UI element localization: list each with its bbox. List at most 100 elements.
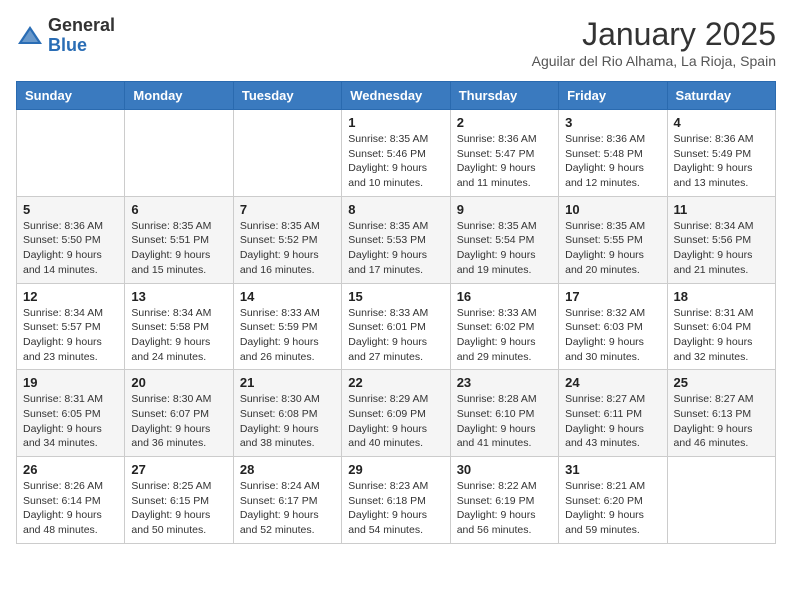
day-info: Sunrise: 8:28 AM Sunset: 6:10 PM Dayligh… (457, 392, 552, 451)
day-info: Sunrise: 8:34 AM Sunset: 5:56 PM Dayligh… (674, 219, 769, 278)
day-number: 19 (23, 375, 118, 390)
day-number: 3 (565, 115, 660, 130)
calendar-cell: 23 Sunrise: 8:28 AM Sunset: 6:10 PM Dayli… (450, 370, 558, 457)
calendar-header-friday: Friday (559, 82, 667, 110)
calendar-cell: 27Sunrise: 8:25 AM Sunset: 6:15 PM Dayli… (125, 457, 233, 544)
day-info: Sunrise: 8:32 AM Sunset: 6:03 PM Dayligh… (565, 306, 660, 365)
day-info: Sunrise: 8:36 AM Sunset: 5:47 PM Dayligh… (457, 132, 552, 191)
day-info: Sunrise: 8:35 AM Sunset: 5:52 PM Dayligh… (240, 219, 335, 278)
calendar-cell: 13 Sunrise: 8:34 AM Sunset: 5:58 PM Dayli… (125, 283, 233, 370)
day-number: 8 (348, 202, 443, 217)
day-number: 28 (240, 462, 335, 477)
calendar-cell: 5 Sunrise: 8:36 AM Sunset: 5:50 PM Daylig… (17, 196, 125, 283)
calendar-cell: 1Sunrise: 8:35 AM Sunset: 5:46 PM Daylig… (342, 110, 450, 197)
day-number: 16 (457, 289, 552, 304)
logo-blue: Blue (48, 35, 87, 55)
title-block: January 2025 Aguilar del Rio Alhama, La … (532, 16, 776, 69)
calendar-cell: 10Sunrise: 8:35 AM Sunset: 5:55 PM Dayli… (559, 196, 667, 283)
day-info: Sunrise: 8:25 AM Sunset: 6:15 PM Dayligh… (131, 479, 226, 538)
day-number: 9 (457, 202, 552, 217)
logo-general: General (48, 15, 115, 35)
day-info: Sunrise: 8:34 AM Sunset: 5:58 PM Dayligh… (131, 306, 226, 365)
calendar-cell: 3 Sunrise: 8:36 AM Sunset: 5:48 PM Daylig… (559, 110, 667, 197)
calendar-week-row: 26 Sunrise: 8:26 AM Sunset: 6:14 PM Dayli… (17, 457, 776, 544)
calendar-header-thursday: Thursday (450, 82, 558, 110)
calendar-cell: 15 Sunrise: 8:33 AM Sunset: 6:01 PM Dayli… (342, 283, 450, 370)
day-number: 24 (565, 375, 660, 390)
day-info: Sunrise: 8:24 AM Sunset: 6:17 PM Dayligh… (240, 479, 335, 538)
day-number: 7 (240, 202, 335, 217)
calendar-table: SundayMondayTuesdayWednesdayThursdayFrid… (16, 81, 776, 544)
day-info: Sunrise: 8:22 AM Sunset: 6:19 PM Dayligh… (457, 479, 552, 538)
day-number: 23 (457, 375, 552, 390)
calendar-cell: 30 Sunrise: 8:22 AM Sunset: 6:19 PM Dayli… (450, 457, 558, 544)
day-info: Sunrise: 8:21 AM Sunset: 6:20 PM Dayligh… (565, 479, 660, 538)
calendar-header-monday: Monday (125, 82, 233, 110)
day-number: 4 (674, 115, 769, 130)
calendar-header-saturday: Saturday (667, 82, 775, 110)
day-number: 14 (240, 289, 335, 304)
day-info: Sunrise: 8:33 AM Sunset: 6:02 PM Dayligh… (457, 306, 552, 365)
calendar-week-row: 5 Sunrise: 8:36 AM Sunset: 5:50 PM Daylig… (17, 196, 776, 283)
day-info: Sunrise: 8:30 AM Sunset: 6:08 PM Dayligh… (240, 392, 335, 451)
calendar-week-row: 12 Sunrise: 8:34 AM Sunset: 5:57 PM Dayli… (17, 283, 776, 370)
day-info: Sunrise: 8:33 AM Sunset: 6:01 PM Dayligh… (348, 306, 443, 365)
day-number: 21 (240, 375, 335, 390)
calendar-header-tuesday: Tuesday (233, 82, 341, 110)
day-number: 15 (348, 289, 443, 304)
calendar-cell: 21 Sunrise: 8:30 AM Sunset: 6:08 PM Dayli… (233, 370, 341, 457)
day-number: 11 (674, 202, 769, 217)
day-number: 26 (23, 462, 118, 477)
day-number: 29 (348, 462, 443, 477)
calendar-cell: 20Sunrise: 8:30 AM Sunset: 6:07 PM Dayli… (125, 370, 233, 457)
calendar-cell: 11 Sunrise: 8:34 AM Sunset: 5:56 PM Dayli… (667, 196, 775, 283)
day-info: Sunrise: 8:27 AM Sunset: 6:11 PM Dayligh… (565, 392, 660, 451)
calendar-cell (125, 110, 233, 197)
calendar-cell: 8 Sunrise: 8:35 AM Sunset: 5:53 PM Daylig… (342, 196, 450, 283)
logo-icon (16, 22, 44, 50)
day-info: Sunrise: 8:35 AM Sunset: 5:51 PM Dayligh… (131, 219, 226, 278)
day-info: Sunrise: 8:27 AM Sunset: 6:13 PM Dayligh… (674, 392, 769, 451)
day-number: 17 (565, 289, 660, 304)
day-number: 12 (23, 289, 118, 304)
day-info: Sunrise: 8:23 AM Sunset: 6:18 PM Dayligh… (348, 479, 443, 538)
day-number: 6 (131, 202, 226, 217)
day-number: 22 (348, 375, 443, 390)
location-subtitle: Aguilar del Rio Alhama, La Rioja, Spain (532, 53, 776, 69)
calendar-cell: 29 Sunrise: 8:23 AM Sunset: 6:18 PM Dayli… (342, 457, 450, 544)
day-info: Sunrise: 8:35 AM Sunset: 5:46 PM Dayligh… (348, 132, 443, 191)
day-number: 31 (565, 462, 660, 477)
month-title: January 2025 (532, 16, 776, 53)
day-info: Sunrise: 8:35 AM Sunset: 5:53 PM Dayligh… (348, 219, 443, 278)
day-info: Sunrise: 8:36 AM Sunset: 5:49 PM Dayligh… (674, 132, 769, 191)
calendar-cell: 9Sunrise: 8:35 AM Sunset: 5:54 PM Daylig… (450, 196, 558, 283)
logo-text: General Blue (48, 16, 115, 56)
calendar-cell: 16 Sunrise: 8:33 AM Sunset: 6:02 PM Dayli… (450, 283, 558, 370)
calendar-cell: 26 Sunrise: 8:26 AM Sunset: 6:14 PM Dayli… (17, 457, 125, 544)
day-info: Sunrise: 8:26 AM Sunset: 6:14 PM Dayligh… (23, 479, 118, 538)
day-info: Sunrise: 8:33 AM Sunset: 5:59 PM Dayligh… (240, 306, 335, 365)
calendar-cell: 14 Sunrise: 8:33 AM Sunset: 5:59 PM Dayli… (233, 283, 341, 370)
day-info: Sunrise: 8:31 AM Sunset: 6:05 PM Dayligh… (23, 392, 118, 451)
calendar-header-row: SundayMondayTuesdayWednesdayThursdayFrid… (17, 82, 776, 110)
logo: General Blue (16, 16, 115, 56)
day-info: Sunrise: 8:30 AM Sunset: 6:07 PM Dayligh… (131, 392, 226, 451)
day-number: 25 (674, 375, 769, 390)
calendar-cell (233, 110, 341, 197)
day-info: Sunrise: 8:36 AM Sunset: 5:48 PM Dayligh… (565, 132, 660, 191)
day-info: Sunrise: 8:35 AM Sunset: 5:55 PM Dayligh… (565, 219, 660, 278)
calendar-cell: 7 Sunrise: 8:35 AM Sunset: 5:52 PM Daylig… (233, 196, 341, 283)
calendar-cell: 6 Sunrise: 8:35 AM Sunset: 5:51 PM Daylig… (125, 196, 233, 283)
calendar-cell: 22Sunrise: 8:29 AM Sunset: 6:09 PM Dayli… (342, 370, 450, 457)
calendar-week-row: 19 Sunrise: 8:31 AM Sunset: 6:05 PM Dayli… (17, 370, 776, 457)
day-info: Sunrise: 8:36 AM Sunset: 5:50 PM Dayligh… (23, 219, 118, 278)
calendar-cell: 17 Sunrise: 8:32 AM Sunset: 6:03 PM Dayli… (559, 283, 667, 370)
day-number: 30 (457, 462, 552, 477)
day-info: Sunrise: 8:31 AM Sunset: 6:04 PM Dayligh… (674, 306, 769, 365)
day-number: 5 (23, 202, 118, 217)
day-number: 13 (131, 289, 226, 304)
calendar-cell: 28 Sunrise: 8:24 AM Sunset: 6:17 PM Dayli… (233, 457, 341, 544)
day-info: Sunrise: 8:34 AM Sunset: 5:57 PM Dayligh… (23, 306, 118, 365)
calendar-cell: 12 Sunrise: 8:34 AM Sunset: 5:57 PM Dayli… (17, 283, 125, 370)
calendar-cell: 2Sunrise: 8:36 AM Sunset: 5:47 PM Daylig… (450, 110, 558, 197)
